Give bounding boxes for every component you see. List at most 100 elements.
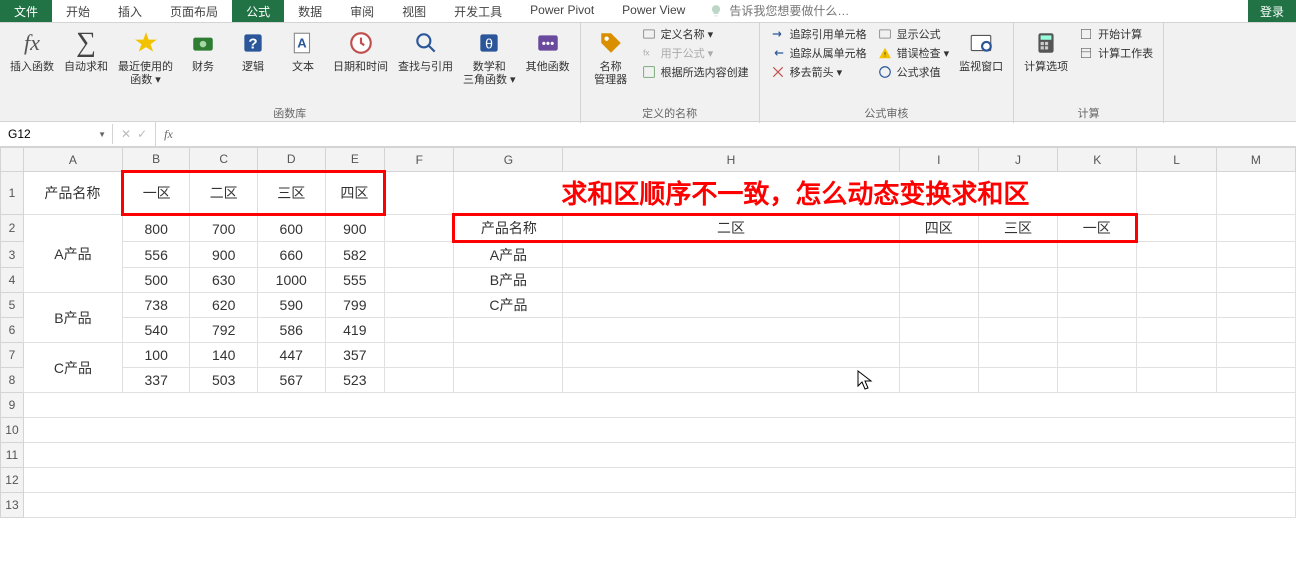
cell-M6[interactable] bbox=[1216, 318, 1295, 343]
trace-dependents-button[interactable]: 追踪从属单元格 bbox=[766, 44, 871, 62]
rowhead-10[interactable]: 10 bbox=[1, 418, 24, 443]
cell-J2[interactable]: 三区 bbox=[978, 215, 1057, 242]
cell-J6[interactable] bbox=[978, 318, 1057, 343]
name-box-input[interactable] bbox=[6, 126, 80, 142]
cell-B3[interactable]: 556 bbox=[122, 242, 190, 268]
col-M[interactable]: M bbox=[1216, 148, 1295, 172]
more-functions-button[interactable]: ••• 其他函数 bbox=[522, 25, 574, 76]
recently-used-button[interactable]: 最近使用的 函数 ▾ bbox=[114, 25, 177, 89]
rowhead-6[interactable]: 6 bbox=[1, 318, 24, 343]
rowhead-7[interactable]: 7 bbox=[1, 343, 24, 368]
cell-I8[interactable] bbox=[899, 368, 978, 393]
tell-me[interactable] bbox=[699, 0, 881, 22]
rowhead-2[interactable]: 2 bbox=[1, 215, 24, 242]
rowhead-13[interactable]: 13 bbox=[1, 493, 24, 518]
cell-row13[interactable] bbox=[23, 493, 1295, 518]
row-2[interactable]: 2 A产品 800 700 600 900 产品名称 二区 四区 三区 一区 bbox=[1, 215, 1296, 242]
cell-D4[interactable]: 1000 bbox=[257, 268, 325, 293]
financial-button[interactable]: 财务 bbox=[179, 25, 227, 76]
cell-K2[interactable]: 一区 bbox=[1058, 215, 1137, 242]
rowhead-9[interactable]: 9 bbox=[1, 393, 24, 418]
cell-B6[interactable]: 540 bbox=[122, 318, 190, 343]
cell-I6[interactable] bbox=[899, 318, 978, 343]
select-all-corner[interactable] bbox=[1, 148, 24, 172]
cell-H3[interactable] bbox=[563, 242, 899, 268]
cell-C1[interactable]: 二区 bbox=[190, 172, 258, 215]
cell-C2[interactable]: 700 bbox=[190, 215, 258, 242]
cell-E3[interactable]: 582 bbox=[325, 242, 385, 268]
tab-review[interactable]: 审阅 bbox=[336, 0, 388, 22]
cell-C6[interactable]: 792 bbox=[190, 318, 258, 343]
cell-J4[interactable] bbox=[978, 268, 1057, 293]
cell-L3[interactable] bbox=[1137, 242, 1216, 268]
rowhead-12[interactable]: 12 bbox=[1, 468, 24, 493]
col-A[interactable]: A bbox=[23, 148, 122, 172]
cell-row12[interactable] bbox=[23, 468, 1295, 493]
login-button[interactable]: 登录 bbox=[1248, 0, 1296, 22]
cell-G3[interactable]: A产品 bbox=[454, 242, 563, 268]
datetime-button[interactable]: 日期和时间 bbox=[329, 25, 392, 76]
cell-B1[interactable]: 一区 bbox=[122, 172, 190, 215]
col-L[interactable]: L bbox=[1137, 148, 1216, 172]
cell-A7[interactable]: C产品 bbox=[23, 343, 122, 393]
cell-H6[interactable] bbox=[563, 318, 899, 343]
cell-M3[interactable] bbox=[1216, 242, 1295, 268]
row-6[interactable]: 6 540 792 586 419 bbox=[1, 318, 1296, 343]
row-13[interactable]: 13 bbox=[1, 493, 1296, 518]
math-button[interactable]: θ 数学和 三角函数 ▾ bbox=[459, 25, 520, 89]
row-12[interactable]: 12 bbox=[1, 468, 1296, 493]
cell-H4[interactable] bbox=[563, 268, 899, 293]
cell-K5[interactable] bbox=[1058, 293, 1137, 318]
row-11[interactable]: 11 bbox=[1, 443, 1296, 468]
col-H[interactable]: H bbox=[563, 148, 899, 172]
tab-data[interactable]: 数据 bbox=[284, 0, 336, 22]
cell-A2[interactable]: A产品 bbox=[23, 215, 122, 293]
cell-L8[interactable] bbox=[1137, 368, 1216, 393]
cell-L7[interactable] bbox=[1137, 343, 1216, 368]
tell-me-input[interactable] bbox=[727, 3, 871, 19]
cell-I3[interactable] bbox=[899, 242, 978, 268]
row-9[interactable]: 9 bbox=[1, 393, 1296, 418]
col-C[interactable]: C bbox=[190, 148, 258, 172]
cell-G5[interactable]: C产品 bbox=[454, 293, 563, 318]
cell-J7[interactable] bbox=[978, 343, 1057, 368]
trace-precedents-button[interactable]: 追踪引用单元格 bbox=[766, 25, 871, 43]
formula-input[interactable] bbox=[181, 125, 1296, 143]
col-D[interactable]: D bbox=[257, 148, 325, 172]
chevron-down-icon[interactable]: ▼ bbox=[98, 130, 106, 139]
cell-I2[interactable]: 四区 bbox=[899, 215, 978, 242]
cell-G6[interactable] bbox=[454, 318, 563, 343]
cell-G7[interactable] bbox=[454, 343, 563, 368]
rowhead-5[interactable]: 5 bbox=[1, 293, 24, 318]
cell-I4[interactable] bbox=[899, 268, 978, 293]
cell-M1[interactable] bbox=[1216, 172, 1295, 215]
cell-F1[interactable] bbox=[385, 172, 454, 215]
rowhead-11[interactable]: 11 bbox=[1, 443, 24, 468]
cell-F6[interactable] bbox=[385, 318, 454, 343]
cell-L5[interactable] bbox=[1137, 293, 1216, 318]
error-checking-button[interactable]: !错误检查 ▾ bbox=[873, 44, 954, 62]
cell-F2[interactable] bbox=[385, 215, 454, 242]
define-name-button[interactable]: 定义名称 ▾ bbox=[637, 25, 753, 43]
grid-table[interactable]: A B C D E F G H I J K L M 1 产品名称 一区 二区 三… bbox=[0, 147, 1296, 518]
autosum-button[interactable]: ∑ 自动求和 bbox=[60, 25, 112, 76]
cell-K8[interactable] bbox=[1058, 368, 1137, 393]
cell-E4[interactable]: 555 bbox=[325, 268, 385, 293]
cell-M7[interactable] bbox=[1216, 343, 1295, 368]
cell-C4[interactable]: 630 bbox=[190, 268, 258, 293]
cell-B5[interactable]: 738 bbox=[122, 293, 190, 318]
col-F[interactable]: F bbox=[385, 148, 454, 172]
cell-G8[interactable] bbox=[454, 368, 563, 393]
tab-insert[interactable]: 插入 bbox=[104, 0, 156, 22]
calculate-now-button[interactable]: 开始计算 bbox=[1074, 25, 1157, 43]
cell-A1[interactable]: 产品名称 bbox=[23, 172, 122, 215]
cell-G2[interactable]: 产品名称 bbox=[454, 215, 563, 242]
cell-F8[interactable] bbox=[385, 368, 454, 393]
cell-E2[interactable]: 900 bbox=[325, 215, 385, 242]
cell-E7[interactable]: 357 bbox=[325, 343, 385, 368]
row-4[interactable]: 4 500 630 1000 555 B产品 bbox=[1, 268, 1296, 293]
cell-K3[interactable] bbox=[1058, 242, 1137, 268]
col-G[interactable]: G bbox=[454, 148, 563, 172]
cell-L6[interactable] bbox=[1137, 318, 1216, 343]
cell-row9[interactable] bbox=[23, 393, 1295, 418]
